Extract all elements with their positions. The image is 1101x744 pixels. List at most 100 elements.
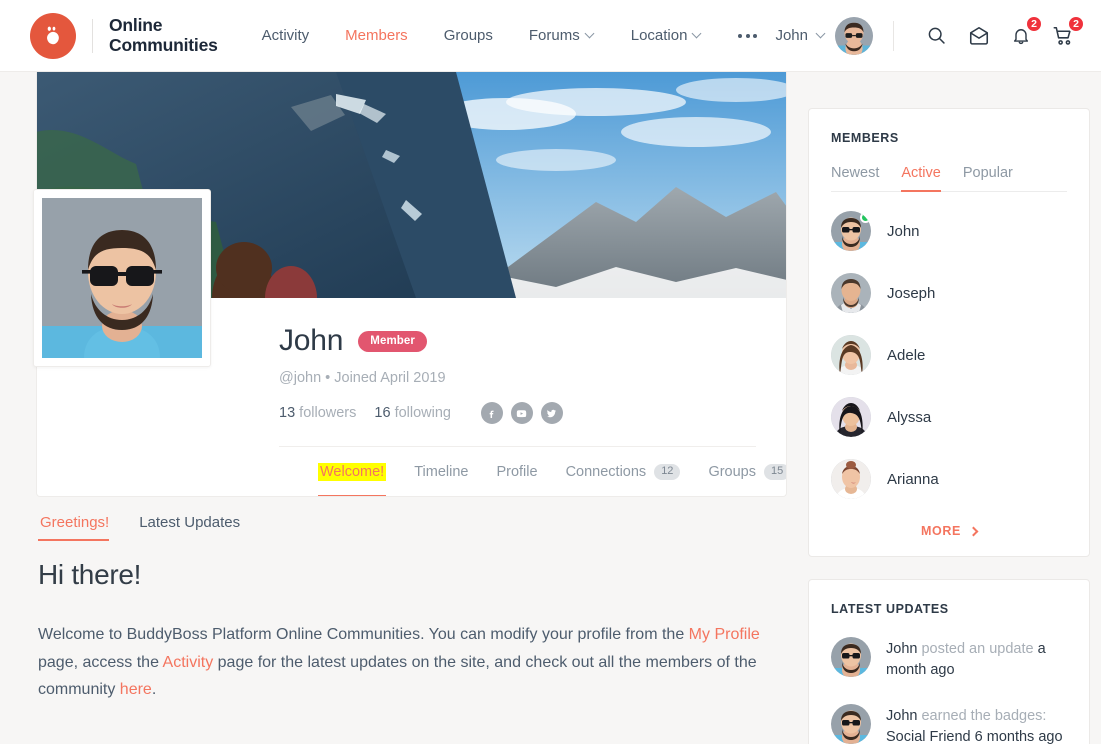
profile-name-row: John Member (279, 324, 756, 358)
tab-connections[interactable]: Connections 12 (552, 447, 695, 496)
nav-item-forums[interactable]: Forums (511, 27, 613, 44)
avatar (831, 273, 871, 313)
tab-groups[interactable]: Groups 15 (694, 447, 786, 496)
page-body: John Member @john • Joined April 2019 13… (0, 72, 1101, 744)
avatar (831, 703, 871, 744)
search-icon[interactable] (920, 19, 954, 53)
tab-label: Groups (708, 463, 756, 480)
facebook-icon[interactable] (480, 402, 503, 424)
avatar (831, 335, 871, 375)
followers-count: 13 (279, 405, 296, 421)
avatar (831, 637, 871, 677)
profile-stats: 13 followers 16 following (279, 402, 756, 424)
nav-overflow-icon[interactable] (720, 33, 775, 38)
tab-label: Profile (496, 463, 538, 480)
header-divider (892, 20, 894, 51)
chevron-right-icon (968, 526, 979, 536)
tab-count-badge: 12 (654, 463, 681, 480)
chevron-down-icon (817, 29, 826, 38)
member-name: Adele (887, 346, 926, 364)
tab-welcome[interactable]: Welcome! (304, 447, 400, 496)
paragraph-text-4: . (151, 681, 157, 699)
list-item[interactable]: Alyssa (831, 386, 1067, 448)
list-item[interactable]: John earned the badges: Social Friend 6 … (831, 693, 1067, 744)
update-user: John (886, 707, 918, 724)
online-status-indicator (860, 212, 871, 223)
brand-divider (92, 18, 93, 53)
following-stat[interactable]: 16 following (374, 405, 451, 421)
messages-icon[interactable] (962, 19, 996, 53)
link-activity[interactable]: Activity (163, 654, 214, 671)
nav-item-groups[interactable]: Groups (426, 27, 511, 44)
subtab-greetings[interactable]: Greetings! (38, 514, 119, 541)
tab-label: Active (901, 165, 941, 181)
link-here[interactable]: here (120, 681, 152, 698)
profile-tabs: Welcome! Timeline Profile Connections 12 … (279, 446, 786, 496)
welcome-article: Hi there! Welcome to BuddyBoss Platform … (36, 541, 787, 704)
article-paragraph: Welcome to BuddyBoss Platform Online Com… (38, 621, 785, 704)
nav-label: Location (630, 27, 688, 44)
nav-label: Groups (443, 27, 493, 44)
main-navigation: Activity Members Groups Forums Location (244, 27, 776, 44)
members-list: John Joseph Adele Alyssa Arianna (831, 200, 1067, 510)
list-item[interactable]: John (831, 200, 1067, 262)
members-tab-newest[interactable]: Newest (831, 165, 879, 191)
member-name: John (887, 222, 920, 240)
notifications-badge: 2 (1024, 14, 1043, 33)
tab-label: Welcome! (318, 462, 387, 481)
members-tab-popular[interactable]: Popular (963, 165, 1013, 191)
tab-label: Timeline (414, 463, 469, 480)
chevron-down-icon (586, 29, 595, 38)
list-item[interactable]: Adele (831, 324, 1067, 386)
avatar (831, 211, 871, 251)
user-menu[interactable]: John (775, 16, 873, 55)
brand[interactable]: Online Communities (30, 12, 218, 59)
tab-label: Popular (962, 165, 1013, 181)
subtab-latest-updates[interactable]: Latest Updates (129, 514, 250, 541)
nav-label: Forums (528, 27, 580, 44)
site-header: Online Communities Activity Members Grou… (0, 0, 1101, 72)
widget-title-latest-updates: LATEST UPDATES (831, 602, 949, 616)
members-more-link[interactable]: MORE (831, 524, 1067, 538)
notifications-icon[interactable]: 2 (1004, 14, 1043, 53)
update-action: posted an update (917, 641, 1038, 657)
header-actions: John 2 2 (775, 14, 1085, 55)
update-text: John earned the badges: Social Friend 6 … (886, 704, 1067, 744)
nav-item-location[interactable]: Location (613, 27, 721, 44)
widget-title-members: MEMBERS (831, 131, 899, 145)
nav-item-members[interactable]: Members (327, 27, 426, 44)
list-item[interactable]: Joseph (831, 262, 1067, 324)
member-name: Arianna (887, 470, 939, 488)
profile-avatar[interactable] (33, 189, 211, 367)
youtube-icon[interactable] (510, 402, 533, 424)
sidebar: MEMBERS Newest Active Popular John Josep… (808, 108, 1090, 744)
followers-stat[interactable]: 13 followers (279, 405, 356, 421)
cart-icon[interactable]: 2 (1046, 14, 1085, 53)
avatar (831, 397, 871, 437)
nav-item-activity[interactable]: Activity (244, 27, 328, 44)
subtab-label: Latest Updates (139, 514, 241, 531)
update-user: John (886, 641, 918, 657)
list-item[interactable]: Arianna (831, 448, 1067, 510)
paragraph-text-2: page, access the (38, 653, 163, 671)
nav-label: Activity (261, 27, 310, 44)
update-time: Social Friend 6 months ago (886, 729, 1063, 744)
subtab-label: Greetings! (40, 514, 110, 531)
page-title: John (279, 324, 344, 357)
main-column: John Member @john • Joined April 2019 13… (33, 72, 787, 744)
more-label: MORE (921, 524, 961, 538)
twitter-icon[interactable] (540, 402, 563, 424)
nav-label: Members (345, 27, 408, 44)
profile-meta: @john • Joined April 2019 (279, 370, 446, 386)
members-tab-active[interactable]: Active (901, 165, 941, 192)
link-my-profile[interactable]: My Profile (689, 626, 760, 643)
list-item[interactable]: John posted an update a month ago (831, 626, 1067, 693)
status-badge: Member (358, 330, 427, 352)
latest-updates-widget: LATEST UPDATES John posted an update a m… (808, 579, 1090, 744)
following-count: 16 (374, 405, 391, 421)
social-links (480, 402, 563, 424)
tab-profile[interactable]: Profile (482, 447, 551, 496)
paragraph-text-1: Welcome to BuddyBoss Platform Online Com… (38, 626, 689, 643)
tab-count-badge: 15 (764, 463, 786, 480)
tab-timeline[interactable]: Timeline (400, 447, 482, 496)
